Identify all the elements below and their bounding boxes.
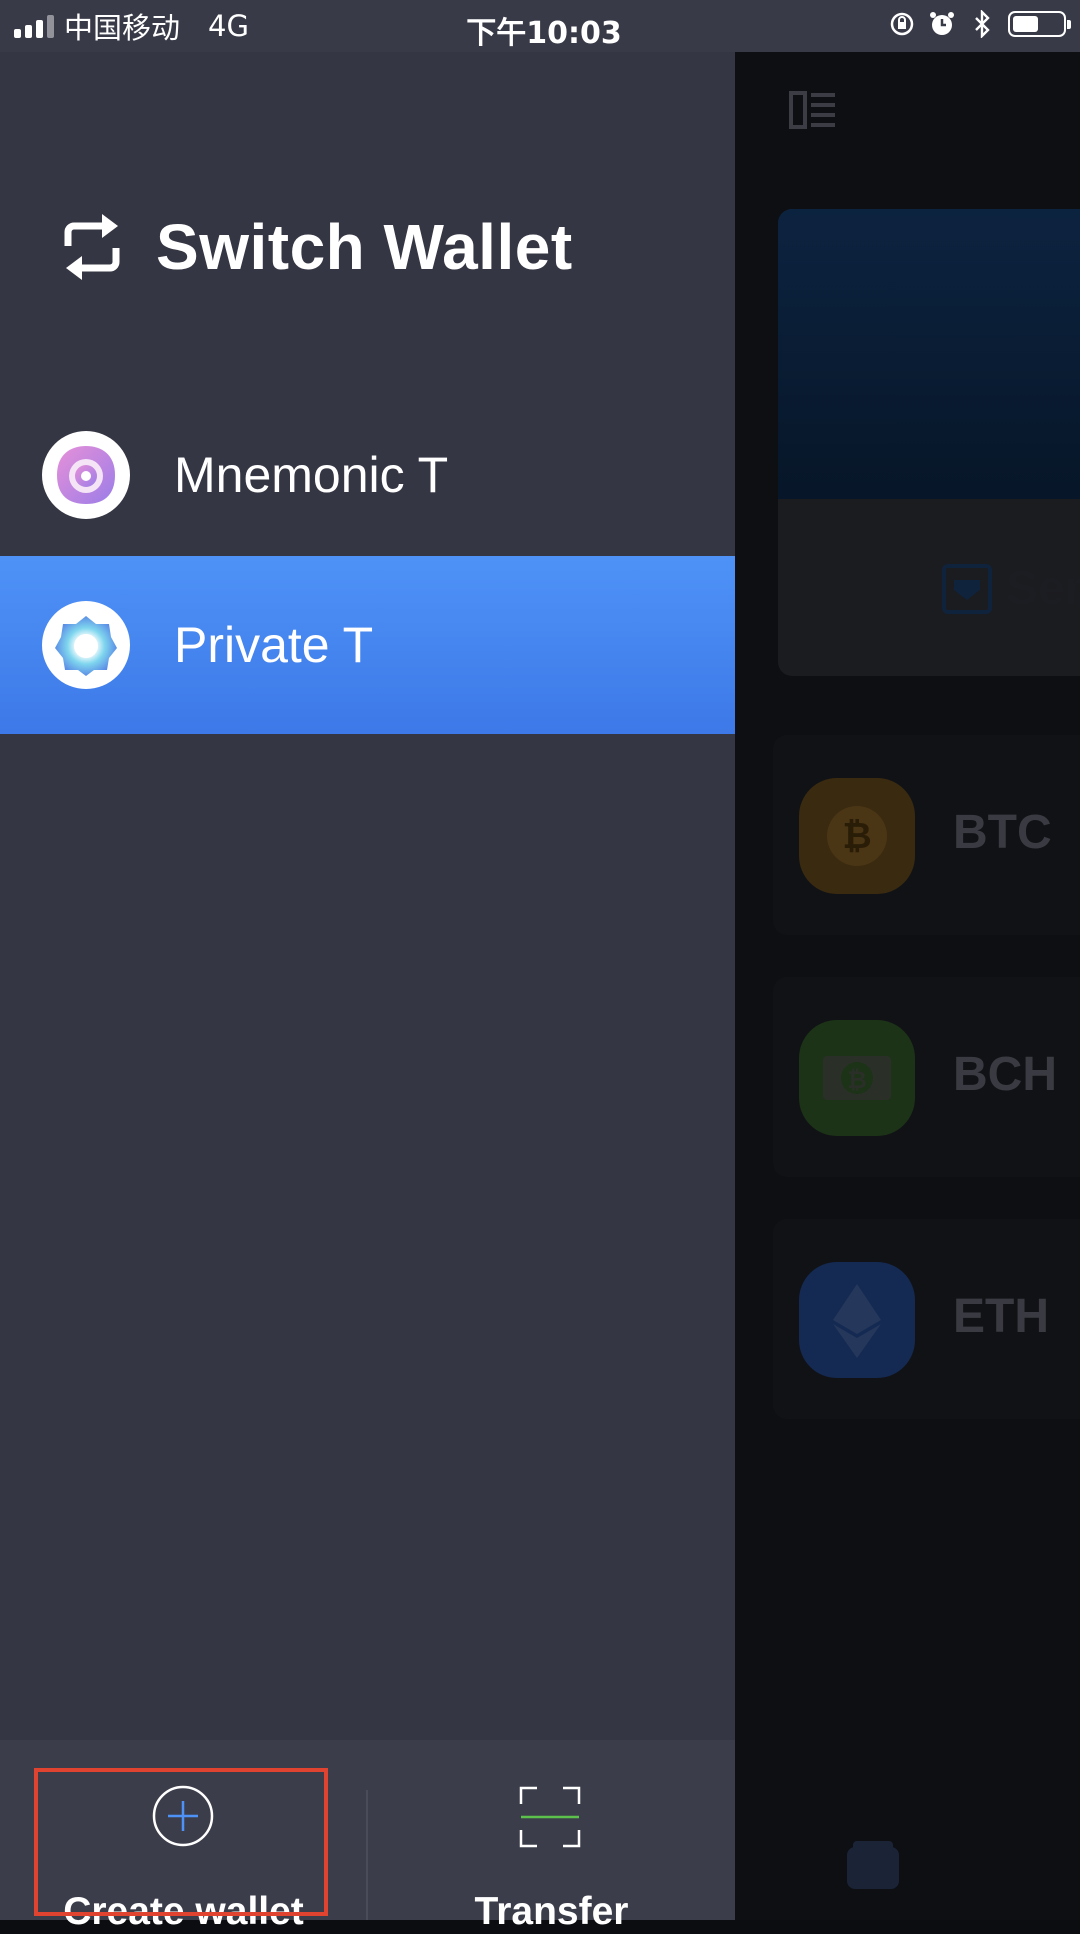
- status-bar: 中国移动 4G 下午10:03: [0, 0, 1080, 52]
- private-wallet-avatar: [42, 601, 130, 689]
- background-wallet-screen: Sen ₿ BTC ₿ BCH ETH: [735, 52, 1080, 1920]
- drawer-title: Switch Wallet: [156, 211, 573, 283]
- wallet-tab-icon: [847, 1841, 899, 1889]
- battery-icon: [1008, 11, 1071, 37]
- send-button: Sen: [942, 561, 1080, 616]
- orientation-lock-icon: [890, 12, 914, 36]
- balance-card: Sen: [778, 209, 1080, 676]
- bluetooth-icon: [975, 10, 990, 38]
- ethereum-icon: [799, 1262, 915, 1378]
- bitcoin-icon: ₿: [799, 778, 915, 894]
- transfer-button[interactable]: Transfer: [368, 1740, 735, 1933]
- svg-text:₿: ₿: [842, 816, 871, 857]
- wallet-name: Mnemonic T: [174, 447, 449, 503]
- mnemonic-wallet-avatar: [42, 431, 130, 519]
- wallet-item-mnemonic[interactable]: Mnemonic T: [0, 386, 735, 564]
- transfer-label: Transfer: [474, 1890, 629, 1933]
- switch-arrows-icon: [64, 214, 120, 280]
- coin-row-bch: ₿ BCH: [773, 977, 1080, 1177]
- switch-wallet-drawer: Switch Wallet Mnemonic T Private T Creat…: [0, 52, 735, 1933]
- bitcoin-cash-icon: ₿: [799, 1020, 915, 1136]
- wallet-name: Private T: [174, 617, 374, 673]
- send-icon: [942, 563, 992, 614]
- scan-icon: [519, 1786, 581, 1848]
- alarm-icon: [930, 12, 954, 35]
- wallet-item-private[interactable]: Private T: [0, 556, 735, 734]
- create-wallet-highlight: [34, 1768, 328, 1916]
- coin-row-btc: ₿ BTC: [773, 735, 1080, 935]
- menu-icon: [789, 91, 835, 129]
- drawer-header: Switch Wallet: [60, 210, 573, 284]
- svg-text:₿: ₿: [847, 1066, 867, 1094]
- coin-row-eth: ETH: [773, 1219, 1080, 1419]
